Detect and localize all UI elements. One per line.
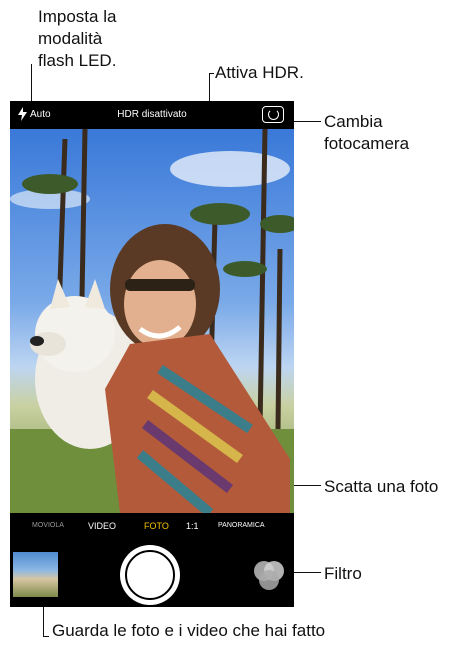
mode-square[interactable]: 1:1	[186, 521, 199, 531]
callout-hdr: Attiva HDR.	[215, 63, 304, 82]
callout-shutter: Scatta una foto	[324, 477, 439, 496]
viewfinder-scene	[10, 129, 294, 513]
mode-panoramica[interactable]: PANORAMICA	[218, 522, 265, 529]
callout-switch-camera: Cambia fotocamera	[324, 112, 410, 153]
camera-screen: Auto HDR disattivato MOVIOLA VIDEO FOTO …	[10, 101, 294, 607]
switch-camera-button[interactable]	[262, 106, 284, 123]
mode-selector[interactable]: MOVIOLA VIDEO FOTO 1:1 PANORAMICA	[10, 513, 294, 539]
shutter-inner-ring	[125, 550, 175, 600]
mode-foto[interactable]: FOTO	[144, 521, 169, 531]
callout-flash: Imposta la modalità flash LED.	[38, 7, 117, 70]
shutter-button[interactable]	[120, 545, 180, 605]
callout-filter: Filtro	[324, 564, 362, 583]
filters-button[interactable]	[252, 559, 286, 593]
leader-gallery-h	[43, 636, 49, 637]
viewfinder[interactable]	[10, 129, 294, 513]
callout-gallery: Guarda le foto e i video che hai fatto	[52, 621, 326, 640]
camera-rotate-icon	[268, 109, 279, 120]
three-circles-icon-c	[259, 570, 279, 590]
mode-moviola[interactable]: MOVIOLA	[32, 522, 64, 529]
mode-video[interactable]: VIDEO	[88, 521, 116, 531]
camera-bottom-bar	[10, 539, 294, 607]
camera-top-bar: Auto HDR disattivato	[10, 101, 294, 129]
leader-switch-camera	[290, 121, 321, 122]
leader-hdr-h	[209, 73, 214, 74]
hdr-toggle[interactable]: HDR disattivato	[10, 109, 294, 120]
gallery-thumbnail[interactable]	[13, 552, 58, 597]
